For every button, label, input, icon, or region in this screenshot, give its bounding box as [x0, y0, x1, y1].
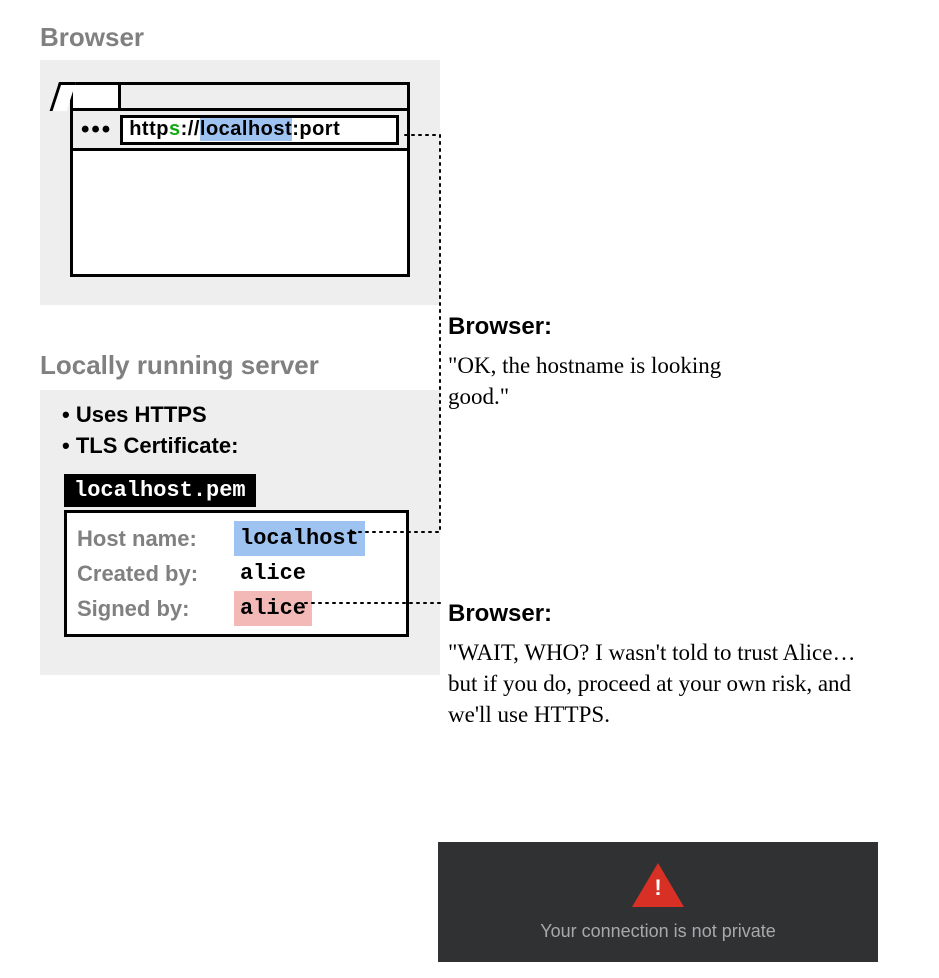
url-scheme-prefix: http	[129, 118, 169, 141]
speech-two-title: Browser:	[448, 600, 552, 628]
url-colon: :	[292, 118, 299, 141]
cert-value-created: alice	[234, 556, 312, 591]
privacy-warning-card: Your connection is not private	[438, 842, 878, 962]
speech-one-body: "OK, the hostname is looking good."	[448, 350, 748, 412]
cert-row-hostname: Host name: localhost	[77, 521, 396, 556]
browser-window: ••• https://localhost:port	[70, 82, 410, 277]
url-host: localhost	[200, 118, 292, 141]
server-section-title: Locally running server	[40, 350, 319, 381]
speech-one-title: Browser:	[448, 313, 552, 341]
cert-label-created: Created by:	[77, 557, 222, 590]
cert-row-created: Created by: alice	[77, 556, 396, 591]
address-bar: https://localhost:port	[120, 115, 399, 145]
url-separator: ://	[181, 118, 200, 141]
address-bar-row: ••• https://localhost:port	[73, 111, 407, 151]
bullet-uses-https: Uses HTTPS	[76, 402, 207, 427]
cert-card: Host name: localhost Created by: alice S…	[64, 510, 409, 637]
cert-row-signed: Signed by: alice	[77, 591, 396, 626]
cert-value-signed: alice	[234, 591, 312, 626]
cert-label-hostname: Host name:	[77, 522, 222, 555]
browser-section-title: Browser	[40, 22, 144, 53]
browser-viewport	[73, 151, 407, 274]
cert-file-chip: localhost.pem	[64, 474, 256, 507]
url-scheme-s: s	[169, 118, 181, 141]
speech-two-body: "WAIT, WHO? I wasn't told to trust Alice…	[448, 637, 878, 730]
diagram-root: Browser Locally running server ••• https…	[0, 0, 939, 978]
url-port: port	[299, 118, 340, 141]
server-bullets: • Uses HTTPS • TLS Certificate:	[62, 400, 238, 462]
tab-row	[73, 85, 407, 111]
bullet-tls-cert: TLS Certificate:	[76, 433, 239, 458]
warning-triangle-icon	[632, 863, 684, 907]
cert-label-signed: Signed by:	[77, 592, 222, 625]
warning-text: Your connection is not private	[540, 921, 776, 942]
cert-value-hostname: localhost	[234, 521, 365, 556]
browser-tab	[73, 85, 121, 108]
